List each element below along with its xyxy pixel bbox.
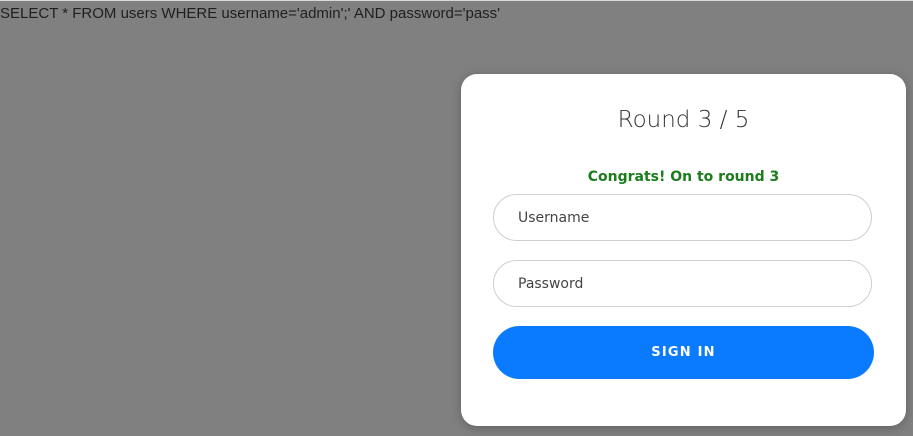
login-card: Round 3 / 5 Congrats! On to round 3 SIGN… bbox=[461, 74, 906, 426]
round-title: Round 3 / 5 bbox=[617, 107, 750, 133]
sql-query-text: SELECT * FROM users WHERE username='admi… bbox=[0, 5, 501, 22]
sign-in-button[interactable]: SIGN IN bbox=[493, 326, 874, 379]
username-input[interactable] bbox=[493, 194, 872, 241]
password-input[interactable] bbox=[493, 260, 872, 307]
window-top-border bbox=[0, 0, 913, 1]
status-message: Congrats! On to round 3 bbox=[587, 169, 780, 185]
